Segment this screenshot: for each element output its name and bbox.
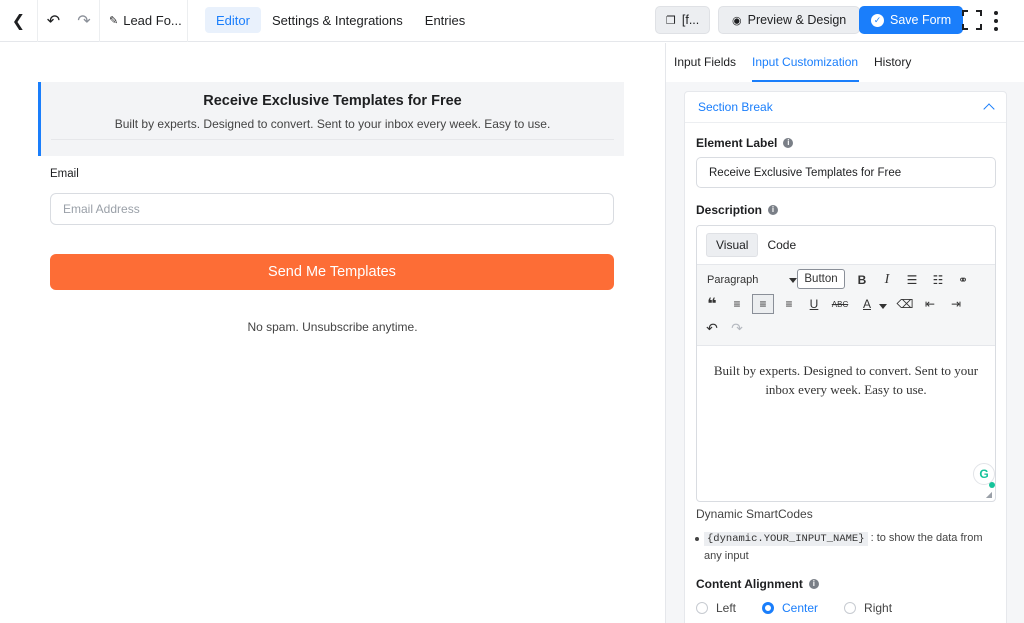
section-divider xyxy=(51,139,614,140)
format-select-value: Paragraph xyxy=(707,274,759,286)
form-title[interactable]: ✎ Lead Fo... xyxy=(100,0,188,42)
text-color-icon[interactable]: A xyxy=(857,294,877,314)
element-label-input[interactable]: Receive Exclusive Templates for Free xyxy=(696,157,996,188)
smartcode-code: {dynamic.YOUR_INPUT_NAME} xyxy=(704,532,868,546)
align-right-icon[interactable]: ≡ xyxy=(780,294,798,314)
bullet-icon xyxy=(695,537,699,541)
underline-icon[interactable]: U xyxy=(805,294,823,314)
tab-editor[interactable]: Editor xyxy=(205,7,261,33)
save-form-button[interactable]: ✓ Save Form xyxy=(859,6,964,34)
email-label: Email xyxy=(50,168,79,180)
panel-header[interactable]: Section Break xyxy=(685,92,1006,123)
italic-icon[interactable]: I xyxy=(878,270,896,290)
panel-title: Section Break xyxy=(698,100,773,114)
alignment-radio-group: Left Center Right xyxy=(696,601,918,615)
sidebar-tabs: Input Fields Input Customization History xyxy=(666,43,1024,82)
send-templates-button[interactable]: Send Me Templates xyxy=(50,254,614,290)
check-circle-icon: ✓ xyxy=(871,13,884,27)
redo-icon: ↷ xyxy=(77,12,91,30)
description-text: Description xyxy=(696,203,763,217)
radio-center-label[interactable]: Center xyxy=(782,601,818,615)
content-alignment-title: Content Alignment i xyxy=(696,577,819,591)
smartcodes-title: Dynamic SmartCodes xyxy=(696,507,813,521)
radio-right[interactable] xyxy=(844,602,857,614)
editor-mode-tabs: Visual Code xyxy=(697,226,995,264)
undo-icon[interactable]: ↶ xyxy=(703,318,721,338)
active-tab-indicator xyxy=(752,80,859,82)
description-editor: Visual Code Paragraph Button B I ☰ ☷ ⚭ ❝… xyxy=(696,225,996,502)
smartcode-item: {dynamic.YOUR_INPUT_NAME} : to show the … xyxy=(695,530,994,565)
element-label-title: Element Label i xyxy=(696,136,794,150)
fullscreen-icon[interactable] xyxy=(962,10,982,30)
chevron-left-icon: ❮ xyxy=(11,12,26,30)
bold-icon[interactable]: B xyxy=(853,270,871,290)
preview-design-button[interactable]: ◉ Preview & Design xyxy=(718,6,861,34)
section-title: Receive Exclusive Templates for Free xyxy=(203,93,462,109)
format-select[interactable]: Paragraph xyxy=(705,270,799,290)
button-tool[interactable]: Button xyxy=(797,269,845,289)
numbered-list-icon[interactable]: ☷ xyxy=(929,270,947,290)
copy-icon: ❐ xyxy=(666,14,676,27)
shortcode-button[interactable]: ❐ [f... xyxy=(655,6,711,34)
indent-icon[interactable]: ⇥ xyxy=(947,294,965,314)
outdent-icon[interactable]: ⇤ xyxy=(921,294,939,314)
shortcode-label: [f... xyxy=(681,13,700,27)
description-title: Description i xyxy=(696,203,779,217)
section-break[interactable]: Receive Exclusive Templates for Free Bui… xyxy=(38,82,624,156)
email-field[interactable]: Email Address xyxy=(50,193,614,225)
radio-left-label[interactable]: Left xyxy=(716,601,736,615)
blockquote-icon[interactable]: ❝ xyxy=(703,294,721,314)
info-icon[interactable]: i xyxy=(783,138,794,148)
strikethrough-icon[interactable]: ABC xyxy=(830,294,850,314)
radio-center[interactable] xyxy=(762,602,775,614)
section-break-panel: Section Break Element Label i Receive Ex… xyxy=(684,91,1007,623)
settings-sidebar: Input Fields Input Customization History… xyxy=(665,43,1024,623)
redo-icon[interactable]: ↷ xyxy=(728,318,746,338)
redo-button[interactable]: ↷ xyxy=(69,0,100,42)
save-label: Save Form xyxy=(890,13,952,27)
grammarly-status-dot xyxy=(989,482,995,488)
caret-down-icon xyxy=(789,277,797,283)
element-label-text: Element Label xyxy=(696,136,778,150)
editor-tabs: Editor Settings & Integrations Entries xyxy=(205,7,476,33)
undo-icon: ↶ xyxy=(46,12,61,30)
editor-toolbar: Paragraph Button B I ☰ ☷ ⚭ ❝ ≡ ≡ ≡ U ABC… xyxy=(697,264,995,346)
editor-content[interactable]: Built by experts. Designed to convert. S… xyxy=(697,346,995,481)
more-options-icon[interactable] xyxy=(993,11,999,31)
eye-icon: ◉ xyxy=(732,14,742,27)
align-center-icon[interactable]: ≡ xyxy=(752,294,774,314)
tab-visual[interactable]: Visual xyxy=(706,233,759,257)
info-icon[interactable]: i xyxy=(808,579,819,589)
align-left-icon[interactable]: ≡ xyxy=(728,294,746,314)
tab-input-customization[interactable]: Input Customization xyxy=(752,55,858,69)
no-spam-text: No spam. Unsubscribe anytime. xyxy=(247,320,418,334)
bullet-list-icon[interactable]: ☰ xyxy=(903,270,921,290)
pencil-icon: ✎ xyxy=(109,15,119,27)
undo-button[interactable]: ↶ xyxy=(38,0,69,42)
back-button[interactable]: ❮ xyxy=(0,0,38,42)
radio-left[interactable] xyxy=(696,602,708,614)
info-icon[interactable]: i xyxy=(768,205,779,215)
resize-handle-icon[interactable]: ◢ xyxy=(986,490,992,499)
tab-settings-integrations[interactable]: Settings & Integrations xyxy=(261,7,414,33)
section-description: Built by experts. Designed to convert. S… xyxy=(114,117,551,131)
tab-entries[interactable]: Entries xyxy=(414,7,476,33)
tab-input-fields[interactable]: Input Fields xyxy=(674,55,736,69)
eraser-icon[interactable]: ⌫ xyxy=(896,294,914,314)
content-alignment-text: Content Alignment xyxy=(696,577,803,591)
tab-history[interactable]: History xyxy=(874,55,911,69)
radio-right-label[interactable]: Right xyxy=(864,601,892,615)
form-title-text: Lead Fo... xyxy=(123,13,182,28)
chevron-up-icon[interactable] xyxy=(983,103,995,115)
text-color-caret-icon[interactable] xyxy=(879,296,887,316)
preview-label: Preview & Design xyxy=(747,13,847,27)
link-icon[interactable]: ⚭ xyxy=(954,270,972,290)
tab-code[interactable]: Code xyxy=(758,233,805,257)
form-canvas: Receive Exclusive Templates for Free Bui… xyxy=(0,43,665,623)
